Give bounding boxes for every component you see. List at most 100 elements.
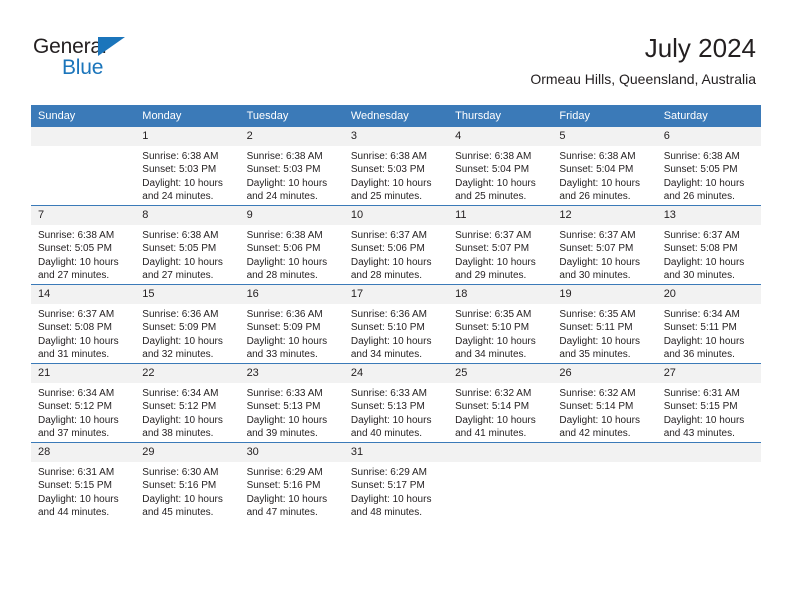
calendar-day-cell[interactable]: 1 Sunrise: 6:38 AM Sunset: 5:03 PM Daylight… — [135, 127, 240, 206]
weekday-header-friday: Friday — [552, 105, 657, 127]
calendar-day-cell[interactable]: 26 Sunrise: 6:32 AM Sunset: 5:14 PM Dayligh… — [552, 363, 657, 443]
day-details: Sunrise: 6:31 AM Sunset: 5:15 PM Daylight:… — [657, 383, 761, 440]
calendar-day-cell[interactable]: 3 Sunrise: 6:38 AM Sunset: 5:03 PM Daylight… — [343, 127, 449, 206]
day-detail-line: Sunset: 5:05 PM — [142, 243, 217, 255]
day-detail-line: Sunrise: 6:34 AM — [142, 388, 219, 399]
calendar-week-row: 28 Sunrise: 6:31 AM Sunset: 5:15 PM Dayligh… — [31, 442, 761, 521]
day-detail-line: and 27 minutes. — [142, 269, 214, 281]
calendar-day-cell[interactable]: 11 Sunrise: 6:37 AM Sunset: 5:07 PM Dayligh… — [448, 205, 553, 285]
day-detail-line: Sunset: 5:05 PM — [38, 243, 112, 255]
calendar-day-cell[interactable]: 15 Sunrise: 6:36 AM Sunset: 5:09 PM Dayligh… — [135, 284, 240, 364]
calendar-day-cell[interactable]: 12 Sunrise: 6:37 AM Sunset: 5:07 PM Dayligh… — [552, 205, 657, 285]
calendar-day-cell[interactable]: 9 Sunrise: 6:38 AM Sunset: 5:06 PM Daylight… — [239, 205, 344, 285]
day-detail-line: and 26 minutes. — [663, 190, 735, 202]
day-detail-line: Sunrise: 6:38 AM — [246, 230, 323, 241]
day-detail-line: and 24 minutes. — [246, 190, 318, 202]
day-number: 30 — [239, 443, 344, 462]
day-detail-line: Sunset: 5:08 PM — [663, 243, 738, 255]
calendar-week-row: 1 Sunrise: 6:38 AM Sunset: 5:03 PM Daylight… — [31, 127, 761, 206]
calendar-day-cell[interactable]: 16 Sunrise: 6:36 AM Sunset: 5:09 PM Dayligh… — [239, 284, 344, 364]
day-details: Sunrise: 6:38 AM Sunset: 5:05 PM Daylight:… — [657, 146, 761, 203]
day-detail-line: Daylight: 10 hours — [350, 177, 432, 189]
day-detail-line: and 32 minutes. — [142, 348, 214, 360]
day-details: Sunrise: 6:36 AM Sunset: 5:09 PM Daylight:… — [240, 304, 344, 361]
day-number: 17 — [343, 285, 449, 304]
calendar-day-cell[interactable]: 22 Sunrise: 6:34 AM Sunset: 5:12 PM Dayligh… — [135, 363, 240, 443]
calendar-day-cell[interactable]: 8 Sunrise: 6:38 AM Sunset: 5:05 PM Daylight… — [135, 205, 240, 285]
day-detail-line: and 44 minutes. — [38, 506, 110, 518]
calendar-day-cell[interactable]: 5 Sunrise: 6:38 AM Sunset: 5:04 PM Daylight… — [552, 127, 657, 206]
calendar-day-cell[interactable]: 27 Sunrise: 6:31 AM Sunset: 5:15 PM Dayligh… — [656, 363, 761, 443]
day-number: 21 — [31, 364, 136, 383]
day-details: Sunrise: 6:37 AM Sunset: 5:06 PM Daylight:… — [344, 225, 448, 282]
day-details: Sunrise: 6:37 AM Sunset: 5:08 PM Daylight:… — [31, 304, 135, 361]
day-detail-line: Daylight: 10 hours — [142, 177, 223, 189]
day-number — [656, 443, 761, 462]
calendar-day-cell[interactable]: 23 Sunrise: 6:33 AM Sunset: 5:13 PM Dayligh… — [239, 363, 344, 443]
day-detail-line: Sunset: 5:03 PM — [142, 164, 217, 176]
day-detail-line: Daylight: 10 hours — [455, 177, 536, 189]
day-detail-line: Sunrise: 6:36 AM — [350, 309, 427, 320]
day-detail-line: Daylight: 10 hours — [663, 177, 745, 189]
day-detail-line: Sunset: 5:03 PM — [350, 164, 425, 176]
day-detail-line: Sunrise: 6:34 AM — [663, 309, 740, 320]
day-number — [31, 127, 136, 146]
day-details: Sunrise: 6:38 AM Sunset: 5:04 PM Daylight:… — [448, 146, 552, 203]
day-number: 5 — [552, 127, 657, 146]
calendar-day-cell[interactable]: 14 Sunrise: 6:37 AM Sunset: 5:08 PM Dayligh… — [31, 284, 136, 364]
day-details: Sunrise: 6:38 AM Sunset: 5:06 PM Daylight:… — [240, 225, 344, 282]
day-number: 22 — [135, 364, 240, 383]
day-detail-line: and 35 minutes. — [559, 348, 631, 360]
title-block: July 2024 Ormeau Hills, Queensland, Aust… — [530, 32, 756, 88]
calendar-day-cell[interactable]: 29 Sunrise: 6:30 AM Sunset: 5:16 PM Dayligh… — [135, 442, 240, 521]
day-detail-line: and 31 minutes. — [38, 348, 110, 360]
day-detail-line: Sunrise: 6:31 AM — [663, 388, 740, 399]
calendar-day-cell[interactable]: 6 Sunrise: 6:38 AM Sunset: 5:05 PM Daylight… — [656, 127, 761, 206]
day-details: Sunrise: 6:36 AM Sunset: 5:09 PM Daylight:… — [135, 304, 239, 361]
calendar-day-cell[interactable]: 7 Sunrise: 6:38 AM Sunset: 5:05 PM Daylight… — [31, 205, 136, 285]
calendar-day-cell[interactable]: 25 Sunrise: 6:32 AM Sunset: 5:14 PM Dayligh… — [448, 363, 553, 443]
calendar-day-cell-empty — [31, 127, 136, 206]
day-detail-line: Sunrise: 6:38 AM — [38, 230, 115, 241]
day-detail-line: Sunset: 5:05 PM — [663, 164, 738, 176]
day-detail-line: Sunset: 5:11 PM — [559, 322, 633, 334]
day-detail-line: Sunset: 5:15 PM — [663, 401, 738, 413]
day-detail-line: Sunset: 5:06 PM — [350, 243, 425, 255]
day-details: Sunrise: 6:38 AM Sunset: 5:03 PM Daylight:… — [135, 146, 239, 203]
day-detail-line: Sunrise: 6:29 AM — [350, 467, 427, 478]
day-detail-line: Daylight: 10 hours — [559, 177, 641, 189]
calendar-day-cell[interactable]: 19 Sunrise: 6:35 AM Sunset: 5:11 PM Dayligh… — [552, 284, 657, 364]
calendar-day-cell[interactable]: 31 Sunrise: 6:29 AM Sunset: 5:17 PM Dayligh… — [343, 442, 449, 521]
day-detail-line: and 25 minutes. — [350, 190, 423, 202]
day-detail-line: Daylight: 10 hours — [350, 335, 432, 347]
calendar-day-cell[interactable]: 18 Sunrise: 6:35 AM Sunset: 5:10 PM Dayligh… — [448, 284, 553, 364]
calendar-day-cell[interactable]: 13 Sunrise: 6:37 AM Sunset: 5:08 PM Dayligh… — [656, 205, 761, 285]
day-details: Sunrise: 6:33 AM Sunset: 5:13 PM Daylight:… — [240, 383, 344, 440]
day-number — [552, 443, 657, 462]
weekday-header-monday: Monday — [135, 105, 240, 127]
day-number: 18 — [448, 285, 553, 304]
calendar-day-cell[interactable]: 4 Sunrise: 6:38 AM Sunset: 5:04 PM Daylight… — [448, 127, 553, 206]
calendar-day-cell[interactable]: 20 Sunrise: 6:34 AM Sunset: 5:11 PM Dayligh… — [656, 284, 761, 364]
day-details: Sunrise: 6:32 AM Sunset: 5:14 PM Daylight:… — [552, 383, 656, 440]
day-detail-line: Sunrise: 6:34 AM — [38, 388, 115, 399]
page-subtitle: Ormeau Hills, Queensland, Australia — [530, 71, 756, 87]
day-detail-line: Daylight: 10 hours — [455, 414, 536, 426]
calendar-day-cell[interactable]: 21 Sunrise: 6:34 AM Sunset: 5:12 PM Dayligh… — [31, 363, 136, 443]
calendar-day-cell[interactable]: 30 Sunrise: 6:29 AM Sunset: 5:16 PM Dayligh… — [239, 442, 344, 521]
day-details: Sunrise: 6:38 AM Sunset: 5:05 PM Daylight:… — [31, 225, 135, 282]
page-title: July 2024 — [644, 33, 756, 63]
day-detail-line: Sunrise: 6:35 AM — [559, 309, 636, 320]
day-number: 27 — [656, 364, 761, 383]
calendar-day-cell[interactable]: 17 Sunrise: 6:36 AM Sunset: 5:10 PM Dayligh… — [343, 284, 449, 364]
day-details: Sunrise: 6:38 AM Sunset: 5:04 PM Daylight:… — [552, 146, 656, 203]
calendar-day-cell[interactable]: 10 Sunrise: 6:37 AM Sunset: 5:06 PM Dayligh… — [343, 205, 449, 285]
weekday-header-thursday: Thursday — [448, 105, 553, 127]
calendar-day-cell[interactable]: 24 Sunrise: 6:33 AM Sunset: 5:13 PM Dayligh… — [343, 363, 449, 443]
calendar-day-cell[interactable]: 2 Sunrise: 6:38 AM Sunset: 5:03 PM Daylight… — [239, 127, 344, 206]
day-detail-line: Sunset: 5:04 PM — [559, 164, 634, 176]
day-number: 16 — [239, 285, 344, 304]
calendar-day-cell[interactable]: 28 Sunrise: 6:31 AM Sunset: 5:15 PM Dayligh… — [31, 442, 136, 521]
day-detail-line: Sunrise: 6:33 AM — [350, 388, 427, 399]
day-number: 13 — [656, 206, 761, 225]
